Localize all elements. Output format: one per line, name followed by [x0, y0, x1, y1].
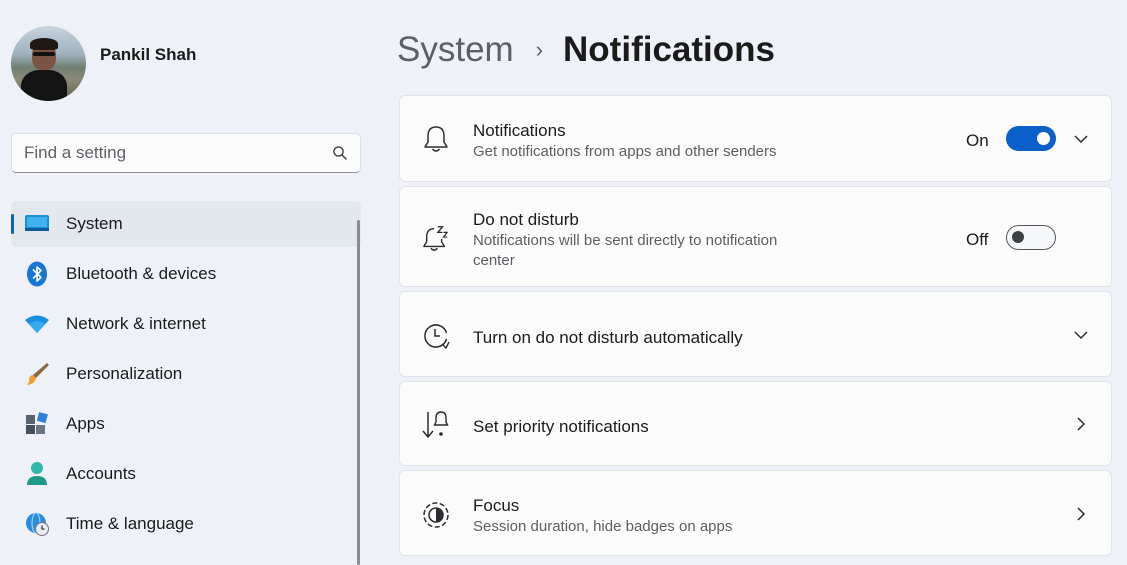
chevron-down-icon[interactable] [1073, 131, 1089, 147]
chevron-right-icon[interactable] [1073, 506, 1089, 522]
bluetooth-icon [23, 260, 51, 288]
page-title: Notifications [563, 30, 775, 69]
focus-icon [422, 501, 450, 529]
setting-title: Do not disturb [473, 210, 579, 229]
setting-title: Focus [473, 496, 520, 515]
chevron-down-icon[interactable] [1073, 327, 1089, 343]
notifications-toggle[interactable] [1006, 126, 1056, 151]
sidebar-item-label: Network & internet [66, 314, 206, 333]
toggle-state-label: Off [966, 230, 989, 249]
priority-icon [422, 411, 450, 439]
breadcrumb: System › Notifications [397, 28, 775, 72]
system-icon [23, 210, 51, 238]
sidebar-item-bluetooth[interactable]: Bluetooth & devices [11, 251, 361, 297]
do-not-disturb-toggle[interactable] [1006, 225, 1056, 250]
setting-description: Session duration, hide badges on apps [473, 518, 733, 535]
bell-snooze-icon [422, 224, 450, 252]
sidebar: Pankil Shah System Bluetooth & devices N… [0, 0, 372, 565]
sidebar-item-time-language[interactable]: Time & language [11, 501, 361, 547]
setting-title: Notifications [473, 121, 566, 140]
sidebar-item-label: Apps [66, 414, 105, 433]
setting-description: Notifications will be sent directly to n… [473, 232, 778, 269]
search-icon[interactable] [332, 145, 348, 161]
search-box[interactable] [11, 133, 361, 173]
focus-card[interactable]: Focus Session duration, hide badges on a… [399, 470, 1112, 556]
dnd-automatic-card[interactable]: Turn on do not disturb automatically [399, 291, 1112, 377]
do-not-disturb-card[interactable]: Do not disturb Notifications will be sen… [399, 186, 1112, 287]
wifi-icon [23, 310, 51, 338]
sidebar-scrollbar[interactable] [357, 220, 360, 565]
search-input[interactable] [24, 143, 332, 163]
chevron-right-icon[interactable] [1073, 416, 1089, 432]
bell-icon [422, 125, 450, 153]
sidebar-item-system[interactable]: System [11, 201, 361, 247]
setting-title: Turn on do not disturb automatically [473, 328, 743, 347]
apps-icon [23, 410, 51, 438]
breadcrumb-separator: › [535, 37, 544, 62]
user-profile[interactable]: Pankil Shah [11, 26, 196, 101]
brush-icon [23, 360, 51, 388]
sidebar-item-label: System [66, 214, 123, 233]
globe-clock-icon [23, 510, 51, 538]
avatar[interactable] [11, 26, 86, 101]
breadcrumb-parent[interactable]: System [397, 30, 514, 70]
sidebar-item-network[interactable]: Network & internet [11, 301, 361, 347]
user-name: Pankil Shah [100, 44, 197, 64]
toggle-state-label: On [966, 131, 989, 150]
sidebar-item-personalization[interactable]: Personalization [11, 351, 361, 397]
setting-title: Set priority notifications [473, 417, 649, 436]
priority-notifications-card[interactable]: Set priority notifications [399, 381, 1112, 466]
sidebar-item-label: Accounts [66, 464, 136, 483]
clock-icon [422, 322, 450, 350]
notifications-card[interactable]: Notifications Get notifications from app… [399, 95, 1112, 182]
sidebar-item-apps[interactable]: Apps [11, 401, 361, 447]
sidebar-item-label: Personalization [66, 364, 183, 383]
sidebar-item-label: Bluetooth & devices [66, 264, 217, 283]
sidebar-item-accounts[interactable]: Accounts [11, 451, 361, 497]
sidebar-item-label: Time & language [66, 514, 194, 533]
account-icon [23, 460, 51, 488]
setting-description: Get notifications from apps and other se… [473, 143, 777, 160]
sidebar-nav: System Bluetooth & devices Network & int… [11, 201, 361, 551]
